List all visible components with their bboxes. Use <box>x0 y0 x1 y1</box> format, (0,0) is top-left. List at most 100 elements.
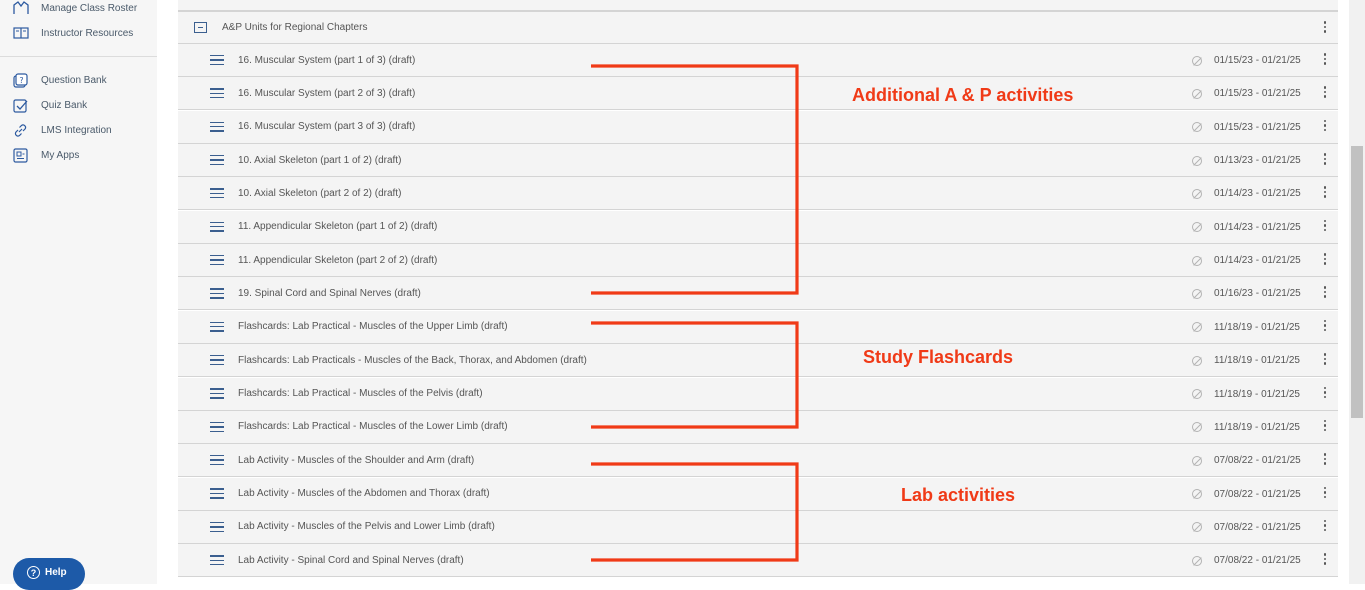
sidebar-item-label: Question Bank <box>41 74 107 86</box>
apps-icon <box>12 147 29 164</box>
sidebar-item-instructor-resources[interactable]: Instructor Resources <box>12 23 133 43</box>
list-item[interactable]: 16. Muscular System (part 3 of 3) (draft… <box>178 110 1338 144</box>
help-button[interactable]: ? Help <box>13 558 85 590</box>
list-item-title[interactable]: Lab Activity - Spinal Cord and Spinal Ne… <box>238 555 1338 566</box>
list-item[interactable]: 16. Muscular System (part 2 of 3) (draft… <box>178 77 1338 111</box>
not-available-icon <box>1192 55 1202 66</box>
more-options-icon[interactable] <box>1323 119 1327 132</box>
list-item-title[interactable]: 11. Appendicular Skeleton (part 1 of 2) … <box>238 221 1338 232</box>
list-item-title[interactable]: Lab Activity - Muscles of the Pelvis and… <box>238 521 1338 532</box>
list-item[interactable]: 11. Appendicular Skeleton (part 2 of 2) … <box>178 244 1338 278</box>
more-options-icon[interactable] <box>1323 386 1327 398</box>
list-item[interactable]: 19. Spinal Cord and Spinal Nerves (draft… <box>178 277 1338 311</box>
date-range: 11/18/19 - 01/21/25 <box>1192 311 1300 344</box>
drag-handle-icon[interactable] <box>210 288 224 299</box>
drag-handle-icon[interactable] <box>210 121 224 132</box>
list-item-title[interactable]: Flashcards: Lab Practical - Muscles of t… <box>238 388 1338 399</box>
list-item-title[interactable]: Lab Activity - Muscles of the Abdomen an… <box>238 488 1338 499</box>
drag-handle-icon[interactable] <box>210 88 224 99</box>
drag-handle-icon[interactable] <box>210 355 224 366</box>
date-range: 11/18/19 - 01/21/25 <box>1192 411 1300 444</box>
list-item-title[interactable]: 16. Muscular System (part 1 of 3) (draft… <box>238 55 1338 66</box>
more-options-icon[interactable] <box>1323 219 1327 232</box>
more-options-icon[interactable] <box>1323 553 1327 565</box>
more-options-icon[interactable] <box>1323 286 1327 298</box>
more-options-icon[interactable] <box>1323 253 1327 265</box>
sidebar-item-question-bank[interactable]: ? Question Bank <box>12 70 107 90</box>
date-range: 07/08/22 - 01/21/25 <box>1192 444 1301 477</box>
list-item[interactable]: Flashcards: Lab Practical - Muscles of t… <box>178 310 1338 344</box>
list-item-title[interactable]: 10. Axial Skeleton (part 2 of 2) (draft) <box>238 188 1338 199</box>
drag-handle-icon[interactable] <box>210 188 224 199</box>
scrollbar-thumb[interactable] <box>1351 146 1363 418</box>
date-range-text: 01/13/23 - 01/21/25 <box>1214 155 1301 167</box>
folder-row[interactable]: A&P Units for Regional Chapters <box>178 11 1338 44</box>
list-item[interactable]: 11. Appendicular Skeleton (part 1 of 2) … <box>178 210 1338 244</box>
drag-handle-icon[interactable] <box>210 455 224 466</box>
sidebar-item-my-apps[interactable]: My Apps <box>12 145 79 165</box>
sidebar: Manage Class Roster Instructor Resources… <box>0 0 157 590</box>
link-icon <box>12 122 29 139</box>
sidebar-item-manage-class-roster[interactable]: Manage Class Roster <box>12 0 137 18</box>
date-range: 07/08/22 - 01/21/25 <box>1192 511 1301 544</box>
more-options-icon[interactable] <box>1323 519 1327 532</box>
more-options-icon[interactable] <box>1323 453 1327 465</box>
sidebar-item-lms-integration[interactable]: LMS Integration <box>12 120 112 140</box>
list-item[interactable]: Flashcards: Lab Practical - Muscles of t… <box>178 410 1338 444</box>
more-options-icon[interactable] <box>1323 319 1327 332</box>
not-available-icon <box>1192 222 1202 233</box>
drag-handle-icon[interactable] <box>210 521 224 532</box>
list-item[interactable]: 10. Axial Skeleton (part 2 of 2) (draft)… <box>178 177 1338 211</box>
list-item[interactable]: Flashcards: Lab Practicals - Muscles of … <box>178 344 1338 378</box>
annotation-label-lab: Lab activities <box>901 485 1016 505</box>
list-item-title[interactable]: Lab Activity - Muscles of the Shoulder a… <box>238 455 1338 466</box>
drag-handle-icon[interactable] <box>210 488 224 499</box>
list-item-title[interactable]: 16. Muscular System (part 3 of 3) (draft… <box>238 121 1338 132</box>
sidebar-item-label: Manage Class Roster <box>41 2 138 14</box>
date-range: 11/18/19 - 01/21/25 <box>1192 378 1300 411</box>
date-range-text: 11/18/19 - 01/21/25 <box>1214 355 1300 367</box>
date-range-text: 01/15/23 - 01/21/25 <box>1214 55 1301 66</box>
list-item[interactable]: Lab Activity - Muscles of the Abdomen an… <box>178 477 1338 511</box>
list-item[interactable]: 10. Axial Skeleton (part 1 of 2) (draft)… <box>178 144 1338 178</box>
more-options-icon[interactable] <box>1323 21 1327 33</box>
more-options-icon[interactable] <box>1323 186 1327 198</box>
list-item-title[interactable]: Flashcards: Lab Practical - Muscles of t… <box>238 321 1338 332</box>
drag-handle-icon[interactable] <box>210 321 224 332</box>
date-range-text: 01/16/23 - 01/21/25 <box>1214 288 1301 300</box>
sidebar-item-quiz-bank[interactable]: Quiz Bank <box>12 95 87 115</box>
list-item[interactable]: 16. Muscular System (part 1 of 3) (draft… <box>178 44 1338 77</box>
list-item[interactable]: Lab Activity - Spinal Cord and Spinal Ne… <box>178 544 1338 578</box>
drag-handle-icon[interactable] <box>210 54 224 66</box>
not-available-icon <box>1192 88 1202 99</box>
list-item-title[interactable]: 11. Appendicular Skeleton (part 2 of 2) … <box>238 255 1338 266</box>
list-item-title[interactable]: Flashcards: Lab Practical - Muscles of t… <box>238 421 1338 432</box>
more-options-icon[interactable] <box>1323 486 1327 499</box>
date-range: 01/15/23 - 01/21/25 <box>1192 111 1301 144</box>
roster-icon <box>12 0 29 17</box>
drag-handle-icon[interactable] <box>210 421 224 432</box>
not-available-icon <box>1192 155 1202 166</box>
more-options-icon[interactable] <box>1323 353 1327 365</box>
more-options-icon[interactable] <box>1323 419 1327 432</box>
list-item-title[interactable]: 19. Spinal Cord and Spinal Nerves (draft… <box>238 288 1338 299</box>
date-range: 11/18/19 - 01/21/25 <box>1192 344 1300 377</box>
drag-handle-icon[interactable] <box>210 221 224 232</box>
folder-collapse-icon[interactable] <box>194 22 207 33</box>
drag-handle-icon[interactable] <box>210 555 224 566</box>
more-options-icon[interactable] <box>1323 86 1327 98</box>
more-options-icon[interactable] <box>1323 153 1327 165</box>
list-item[interactable]: Lab Activity - Muscles of the Shoulder a… <box>178 444 1338 478</box>
more-options-icon[interactable] <box>1323 53 1327 65</box>
list-item-title[interactable]: 16. Muscular System (part 2 of 3) (draft… <box>238 88 1338 99</box>
drag-handle-icon[interactable] <box>210 255 224 266</box>
list-item[interactable]: Lab Activity - Muscles of the Pelvis and… <box>178 510 1338 544</box>
list-item-title[interactable]: 10. Axial Skeleton (part 1 of 2) (draft) <box>238 155 1338 166</box>
drag-handle-icon[interactable] <box>210 388 224 399</box>
list-item[interactable]: Flashcards: Lab Practical - Muscles of t… <box>178 377 1338 411</box>
date-range: 01/14/23 - 01/21/25 <box>1192 177 1301 210</box>
drag-handle-icon[interactable] <box>210 154 224 166</box>
question-bank-icon: ? <box>12 72 29 89</box>
list-item-title[interactable]: Flashcards: Lab Practicals - Muscles of … <box>238 355 1338 366</box>
date-range: 01/13/23 - 01/21/25 <box>1192 144 1301 177</box>
